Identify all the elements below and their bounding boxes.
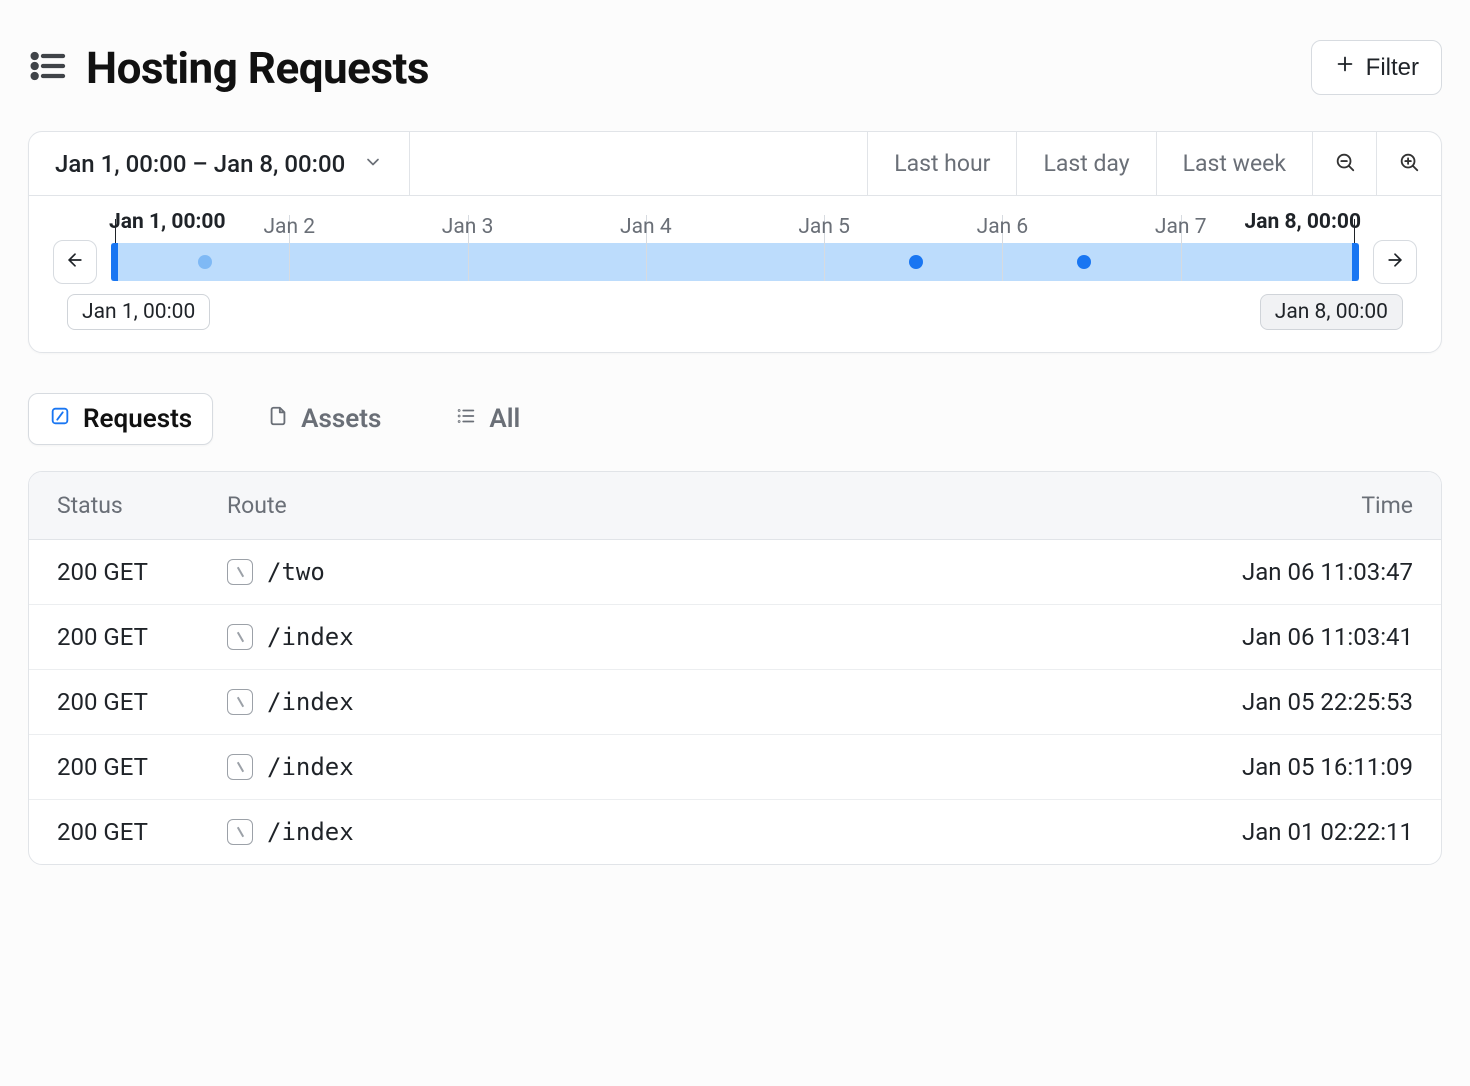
date-range-dropdown[interactable]: Jan 1, 00:00 – Jan 8, 00:00 (29, 132, 410, 195)
date-range-panel: Jan 1, 00:00 – Jan 8, 00:00 Last hour La… (28, 131, 1442, 353)
timeline-chips: Jan 1, 00:00 Jan 8, 00:00 (53, 284, 1417, 330)
list-icon (28, 46, 68, 90)
requests-table: Status Route Time 200 GET/two Jan 06 11:0… (28, 471, 1442, 865)
timeline-next-button[interactable] (1373, 240, 1417, 284)
page-title: Hosting Requests (86, 42, 429, 94)
tab-label: All (489, 404, 520, 434)
cell-route: /index (227, 623, 1153, 651)
tab-all[interactable]: All (435, 394, 540, 444)
timeline-tick-label: Jan 4 (620, 215, 672, 239)
quick-range-last-week[interactable]: Last week (1157, 132, 1313, 195)
arrow-right-icon (1385, 250, 1405, 274)
filter-button-label: Filter (1366, 54, 1419, 82)
range-top-bar: Jan 1, 00:00 – Jan 8, 00:00 Last hour La… (29, 132, 1441, 196)
tab-assets[interactable]: Assets (247, 394, 401, 444)
zoom-out-button[interactable] (1313, 132, 1377, 195)
range-spacer (410, 132, 868, 195)
route-path: /index (267, 753, 354, 781)
filter-button[interactable]: Filter (1311, 40, 1442, 95)
zoom-out-icon (1334, 151, 1356, 177)
timeline-end-tick (1354, 219, 1355, 243)
route-icon (227, 559, 253, 585)
timeline-end-label: Jan 8, 00:00 (1244, 210, 1361, 234)
cell-route: /two (227, 558, 1153, 586)
tab-requests[interactable]: Requests (28, 393, 213, 445)
cell-time: Jan 01 02:22:11 (1153, 818, 1413, 846)
route-icon (227, 689, 253, 715)
cell-route: /index (227, 818, 1153, 846)
table-row[interactable]: 200 GET/index Jan 01 02:22:11 (29, 800, 1441, 864)
table-row[interactable]: 200 GET/index Jan 05 22:25:53 (29, 670, 1441, 735)
quick-range-last-hour[interactable]: Last hour (868, 132, 1017, 195)
cell-status: 200 GET (57, 753, 227, 781)
route-icon (227, 624, 253, 650)
cell-time: Jan 06 11:03:47 (1153, 558, 1413, 586)
chip-range-start: Jan 1, 00:00 (67, 294, 210, 330)
cell-status: 200 GET (57, 818, 227, 846)
route-path: /index (267, 623, 354, 651)
date-range-display: Jan 1, 00:00 – Jan 8, 00:00 (55, 150, 345, 178)
timeline-start-label: Jan 1, 00:00 (109, 210, 226, 234)
route-icon (227, 819, 253, 845)
column-header-status: Status (57, 492, 227, 519)
tab-label: Requests (83, 404, 192, 434)
timeline-start-tick (115, 219, 116, 243)
requests-icon (49, 404, 71, 434)
page-header: Hosting Requests Filter (28, 40, 1442, 95)
timeline-tick-label: Jan 5 (798, 215, 850, 239)
timeline-tick-label: Jan 7 (1155, 215, 1207, 239)
route-path: /index (267, 688, 354, 716)
timeline-event-dot (1077, 255, 1091, 269)
table-row[interactable]: 200 GET/two Jan 06 11:03:47 (29, 540, 1441, 605)
cell-time: Jan 05 22:25:53 (1153, 688, 1413, 716)
timeline-prev-button[interactable] (53, 240, 97, 284)
timeline-tick-label: Jan 2 (263, 215, 315, 239)
route-icon (227, 754, 253, 780)
zoom-in-button[interactable] (1377, 132, 1441, 195)
cell-status: 200 GET (57, 623, 227, 651)
plus-icon (1334, 53, 1356, 82)
timeline-tick-label: Jan 3 (442, 215, 494, 239)
cell-time: Jan 05 16:11:09 (1153, 753, 1413, 781)
table-row[interactable]: 200 GET/index Jan 06 11:03:41 (29, 605, 1441, 670)
file-icon (267, 404, 289, 434)
arrow-left-icon (65, 250, 85, 274)
route-path: /two (267, 558, 325, 586)
tab-label: Assets (301, 404, 381, 434)
column-header-time: Time (1153, 492, 1413, 519)
zoom-in-icon (1398, 151, 1420, 177)
cell-status: 200 GET (57, 688, 227, 716)
timeline-handle-start[interactable] (111, 243, 118, 281)
cell-time: Jan 06 11:03:41 (1153, 623, 1413, 651)
timeline-track[interactable]: Jan 2Jan 3Jan 4Jan 5Jan 6Jan 7 (111, 243, 1359, 281)
timeline-tick-label: Jan 6 (977, 215, 1029, 239)
timeline-bounds: Jan 1, 00:00 Jan 8, 00:00 (53, 210, 1417, 240)
table-row[interactable]: 200 GET/index Jan 05 16:11:09 (29, 735, 1441, 800)
chip-range-end: Jan 8, 00:00 (1260, 294, 1403, 330)
list-icon (455, 404, 477, 434)
table-header: Status Route Time (29, 472, 1441, 540)
title-group: Hosting Requests (28, 42, 429, 94)
timeline: Jan 1, 00:00 Jan 8, 00:00 Jan 2Jan 3Jan … (29, 196, 1441, 352)
tabs: Requests Assets All (28, 393, 1442, 445)
cell-status: 200 GET (57, 558, 227, 586)
chevron-down-icon (363, 150, 383, 178)
timeline-event-dot (909, 255, 923, 269)
timeline-event-dot (198, 255, 212, 269)
column-header-route: Route (227, 492, 1153, 519)
cell-route: /index (227, 753, 1153, 781)
route-path: /index (267, 818, 354, 846)
cell-route: /index (227, 688, 1153, 716)
timeline-handle-end[interactable] (1352, 243, 1359, 281)
quick-range-last-day[interactable]: Last day (1017, 132, 1156, 195)
